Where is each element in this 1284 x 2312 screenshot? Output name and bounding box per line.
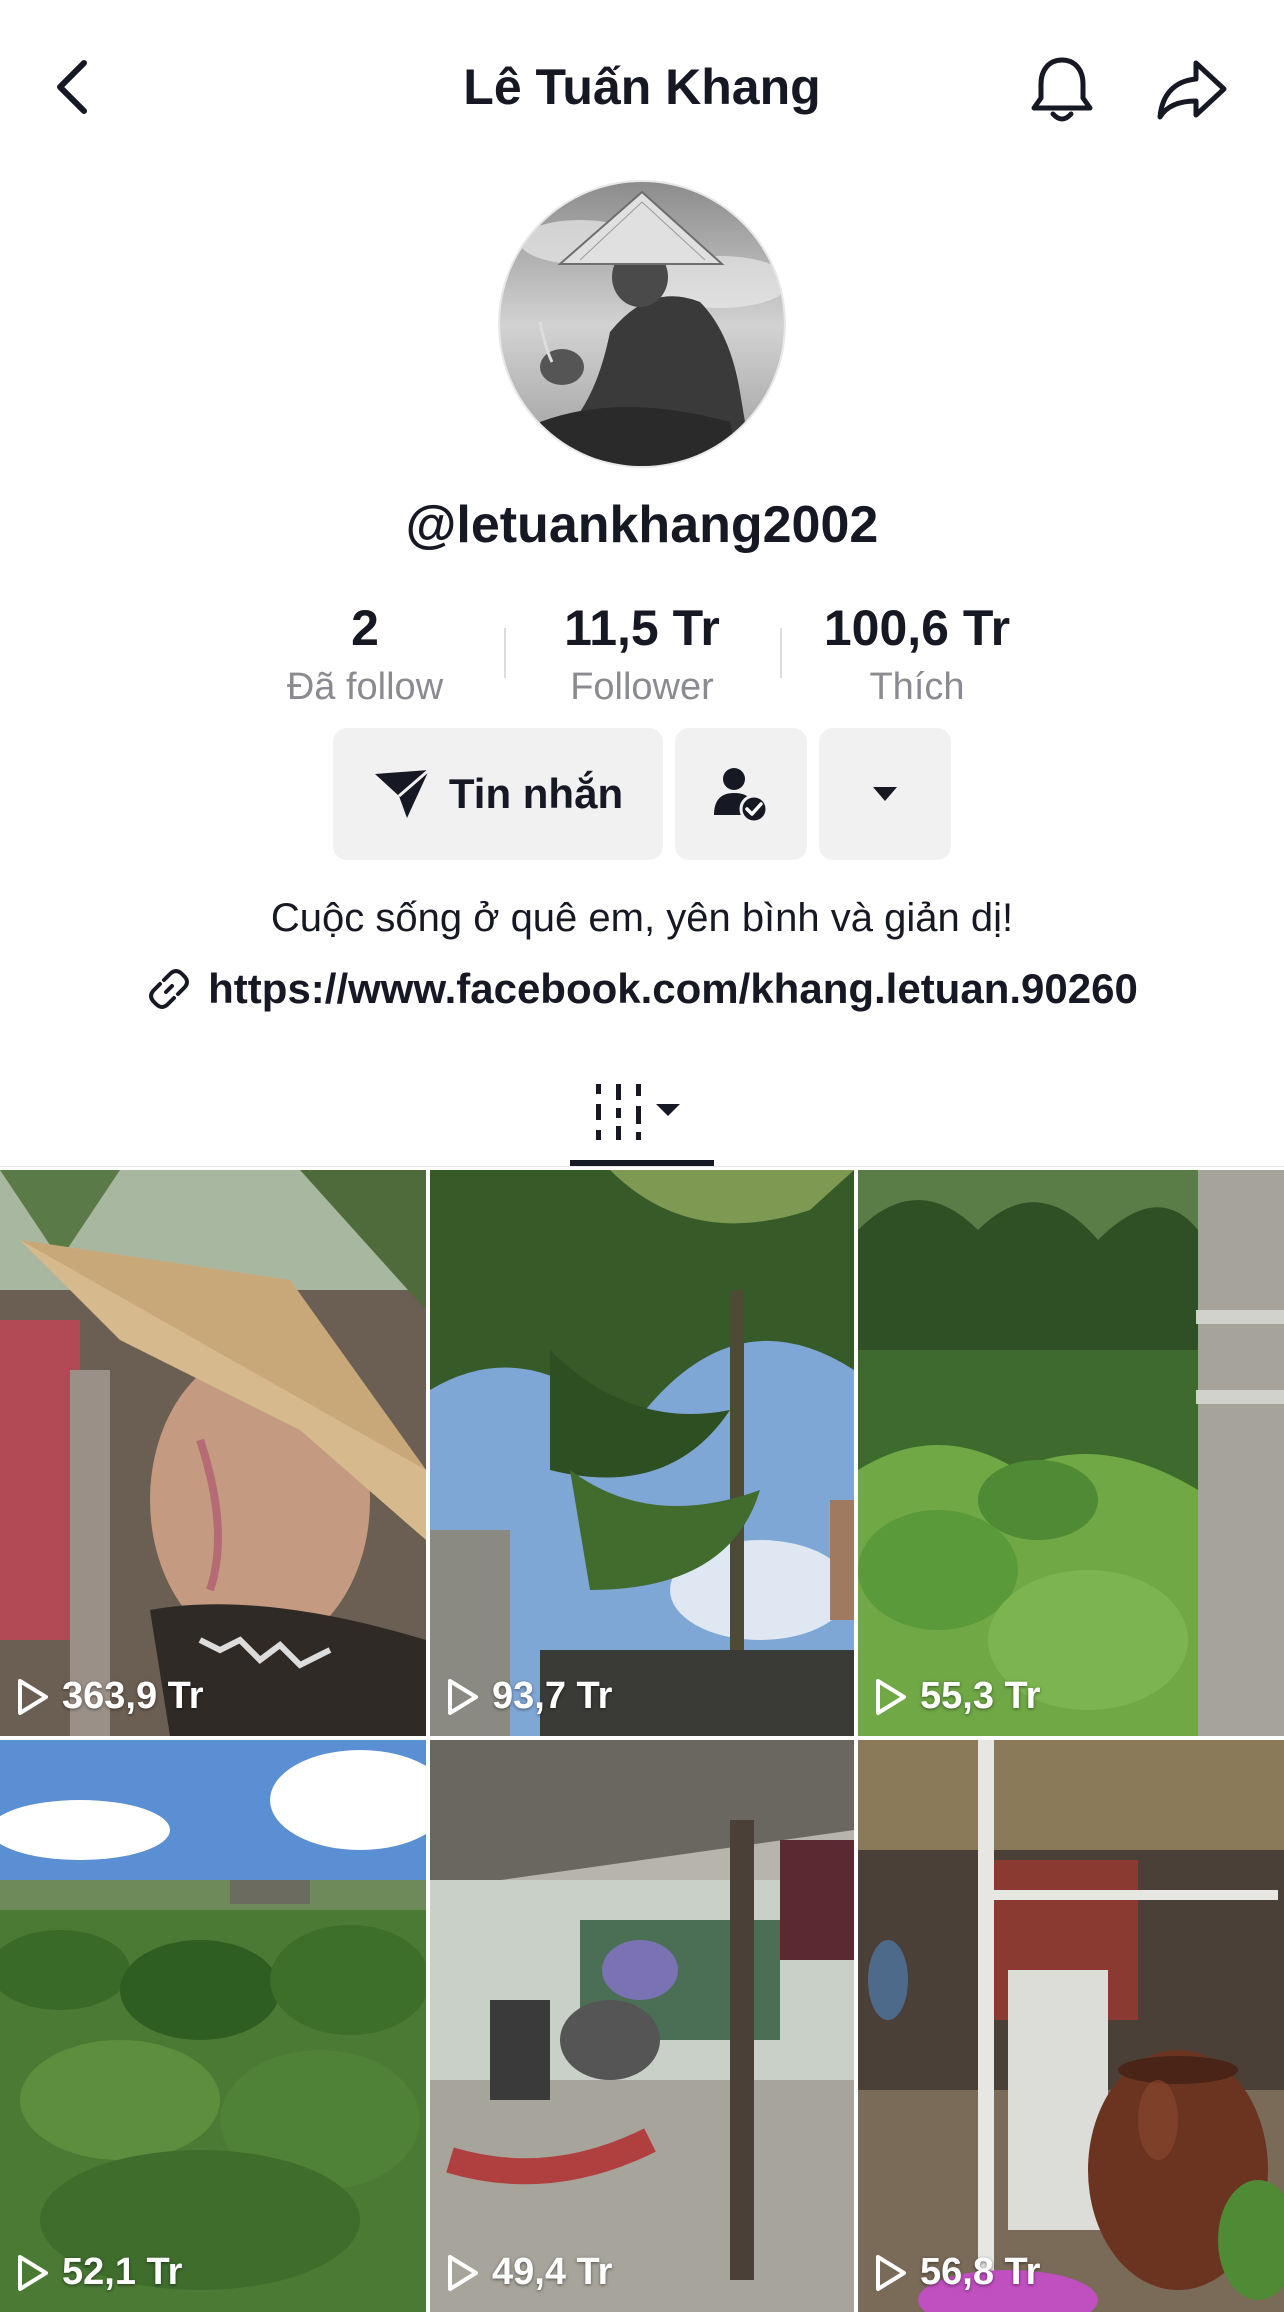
- play-icon: [18, 1678, 48, 1715]
- play-icon: [448, 1678, 478, 1715]
- profile-bio: Cuộc sống ở quê em, yên bình và giản dị!: [270, 896, 1014, 940]
- view-count-text: 363,9 Tr: [62, 1675, 204, 1717]
- play-icon: [876, 2254, 906, 2291]
- stat-followers[interactable]: 11,5 Tr Follower: [512, 598, 772, 712]
- view-count: 363,9 Tr: [16, 1675, 204, 1718]
- profile-stats: 2 Đã follow 11,5 Tr Follower 100,6 Tr Th…: [0, 598, 1284, 708]
- video-thumbnail[interactable]: 49,4 Tr: [430, 1740, 854, 2312]
- play-icon: [448, 2254, 478, 2291]
- caret-down-icon: [873, 787, 897, 801]
- send-icon: [374, 768, 430, 818]
- video-thumbnail[interactable]: 363,9 Tr: [0, 1170, 426, 1736]
- stat-following[interactable]: 2 Đã follow: [235, 598, 495, 712]
- video-thumbnail[interactable]: 56,8 Tr: [858, 1740, 1284, 2312]
- view-count: 56,8 Tr: [874, 2251, 1040, 2294]
- profile-actions: Tin nhắn: [0, 728, 1284, 860]
- view-count: 49,4 Tr: [446, 2251, 612, 2294]
- view-count: 55,3 Tr: [874, 1675, 1040, 1718]
- profile-username: @letuankhang2002: [405, 496, 879, 554]
- stat-label: Thích: [869, 666, 965, 708]
- stat-divider: [504, 628, 506, 678]
- link-icon: [149, 969, 190, 1009]
- share-icon: [1157, 60, 1227, 120]
- view-count-text: 93,7 Tr: [492, 1675, 613, 1717]
- stat-label: Đã follow: [286, 666, 444, 708]
- profile-link[interactable]: https://www.facebook.com/khang.letuan.90…: [0, 965, 1284, 1013]
- grid-icon: [596, 1084, 680, 1140]
- stat-value: 100,6 Tr: [823, 600, 1011, 656]
- view-count: 93,7 Tr: [446, 1675, 612, 1718]
- stat-value: 2: [351, 600, 379, 656]
- view-count-text: 49,4 Tr: [492, 2251, 613, 2293]
- message-button[interactable]: Tin nhắn: [333, 728, 663, 860]
- avatar[interactable]: [498, 180, 786, 468]
- following-status-button[interactable]: [675, 728, 807, 860]
- suggested-accounts-button[interactable]: [819, 728, 951, 860]
- profile-link-text: https://www.facebook.com/khang.letuan.90…: [208, 965, 1138, 1012]
- stat-value: 11,5 Tr: [564, 600, 720, 656]
- play-icon: [876, 1678, 906, 1715]
- message-button-label: Tin nhắn: [448, 770, 624, 817]
- play-icon: [18, 2254, 48, 2291]
- view-count: 52,1 Tr: [16, 2251, 182, 2294]
- share-button[interactable]: [1152, 50, 1232, 130]
- view-count-text: 55,3 Tr: [920, 1675, 1041, 1717]
- notification-button[interactable]: [1022, 50, 1102, 130]
- video-thumbnail[interactable]: 55,3 Tr: [858, 1170, 1284, 1736]
- view-count-text: 56,8 Tr: [920, 2251, 1041, 2293]
- tab-videos[interactable]: [570, 1068, 714, 1166]
- stat-likes[interactable]: 100,6 Tr Thích: [787, 598, 1047, 712]
- stat-label: Follower: [570, 666, 714, 708]
- video-thumbnail[interactable]: 93,7 Tr: [430, 1170, 854, 1736]
- view-count-text: 52,1 Tr: [62, 2251, 183, 2293]
- bell-icon: [1031, 57, 1093, 122]
- stat-divider: [780, 628, 782, 678]
- user-check-icon: [714, 768, 769, 823]
- video-grid: 363,9 Tr 93,7 Tr 55,3 Tr 52,1 Tr 49,4 Tr…: [0, 1170, 1284, 2312]
- header-bar: Lê Tuấn Khang: [0, 0, 1284, 180]
- video-thumbnail[interactable]: 52,1 Tr: [0, 1740, 426, 2312]
- tab-divider: [0, 1166, 1284, 1167]
